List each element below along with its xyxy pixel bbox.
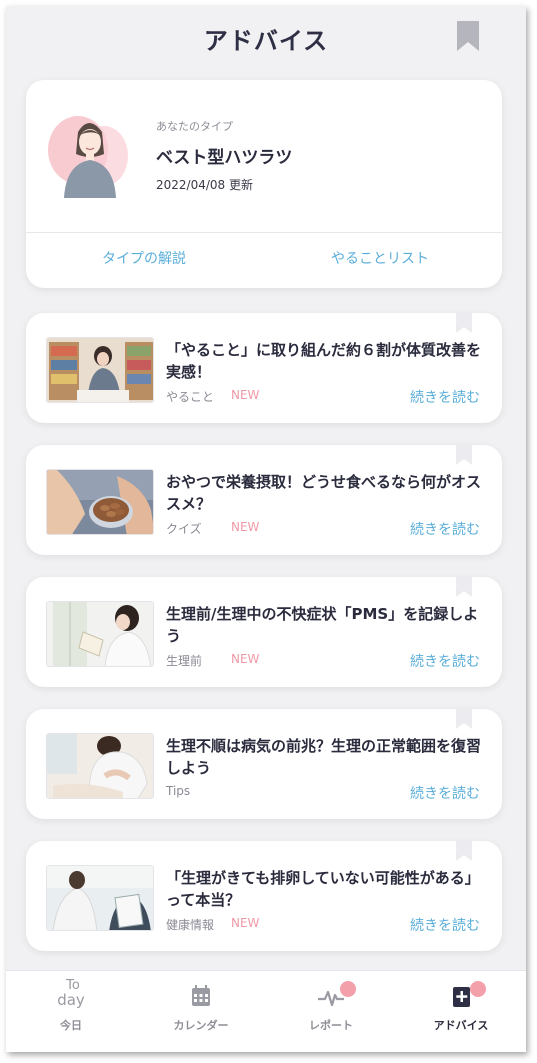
bookmark-icon[interactable] [456,445,472,465]
article-card[interactable]: 生理前/生理中の不快症状「PMS」を記録しよう 生理前 NEW 続きを読む [26,577,502,687]
new-badge: NEW [231,520,260,534]
tab-label: カレンダー [173,1019,229,1032]
article-thumbnail [46,865,154,931]
read-more-link[interactable]: 続きを読む [410,915,480,935]
new-badge: NEW [231,388,260,402]
tab-report[interactable]: レポート [266,971,396,1052]
article-card[interactable]: おやつで栄養摂取！どうせ食べるなら何がオススメ？ クイズ NEW 続きを読む [26,445,502,555]
article-card[interactable]: 「やること」に取り組んだ約６割が体質改善を実感！ やること NEW 続きを読む [26,313,502,423]
type-explanation-link[interactable]: タイプの解説 [44,248,244,268]
read-more-link[interactable]: 続きを読む [410,651,480,671]
read-more-link[interactable]: 続きを読む [410,783,480,803]
article-category: やること [166,390,215,404]
article-thumbnail [46,733,154,799]
type-updated-date: 2022/04/08 更新 [156,178,253,192]
article-thumbnail [46,469,154,535]
bottom-tab-bar: To day 今日 カレンダー レポート アドバイス [6,970,526,1052]
article-thumbnail [46,337,154,403]
divider [26,232,502,233]
app-screen: アドバイス あなたのタイプ ベスト型ハツラツ 2022/04/08 更新 タイプ… [6,6,526,1052]
type-name: ベスト型ハツラツ [156,148,293,168]
article-category: 健康情報 [166,918,215,932]
article-category: Tips [166,784,191,798]
avatar [48,116,128,198]
article-title: 「やること」に取り組んだ約６割が体質改善を実感！ [166,341,482,381]
calendar-icon [192,985,210,1006]
article-card[interactable]: 生理不順は病気の前兆？生理の正常範囲を復習しよう Tips 続きを読む [26,709,502,819]
tab-label: アドバイス [433,1019,489,1032]
bookmark-icon[interactable] [456,709,472,729]
read-more-link[interactable]: 続きを読む [410,519,480,539]
notification-dot [340,981,356,997]
todo-list-link[interactable]: やることリスト [280,248,480,268]
tab-label: レポート [309,1019,353,1032]
type-card: あなたのタイプ ベスト型ハツラツ 2022/04/08 更新 タイプの解説 やる… [26,80,502,288]
new-badge: NEW [231,652,260,666]
article-title: 「生理がきても排卵していない可能性がある」って本当？ [166,869,480,909]
type-caption: あなたのタイプ [156,120,233,133]
article-title: おやつで栄養摂取！どうせ食べるなら何がオススメ？ [166,473,482,513]
bookmark-icon[interactable] [456,20,480,52]
today-icon: To day [53,979,89,1013]
article-category: 生理前 [166,654,203,668]
bookmark-icon[interactable] [456,577,472,597]
page-title: アドバイス [203,27,329,55]
article-card[interactable]: 「生理がきても排卵していない可能性がある」って本当？ 健康情報 NEW 続きを読… [26,841,502,951]
read-more-link[interactable]: 続きを読む [410,387,480,407]
tab-calendar[interactable]: カレンダー [136,971,266,1052]
bookmark-icon[interactable] [456,841,472,861]
notification-dot [470,981,486,997]
today-icon-line2: day [57,991,85,1009]
tab-today[interactable]: To day 今日 [6,971,136,1052]
header: アドバイス [6,6,526,70]
article-category: クイズ [166,522,202,536]
bookmark-icon[interactable] [456,313,472,333]
tab-advice[interactable]: アドバイス [396,971,526,1052]
article-thumbnail [46,601,154,667]
article-title: 生理前/生理中の不快症状「PMS」を記録しよう [166,605,479,645]
new-badge: NEW [231,916,260,930]
tab-label: 今日 [60,1019,82,1032]
article-title: 生理不順は病気の前兆？生理の正常範囲を復習しよう [166,737,482,777]
